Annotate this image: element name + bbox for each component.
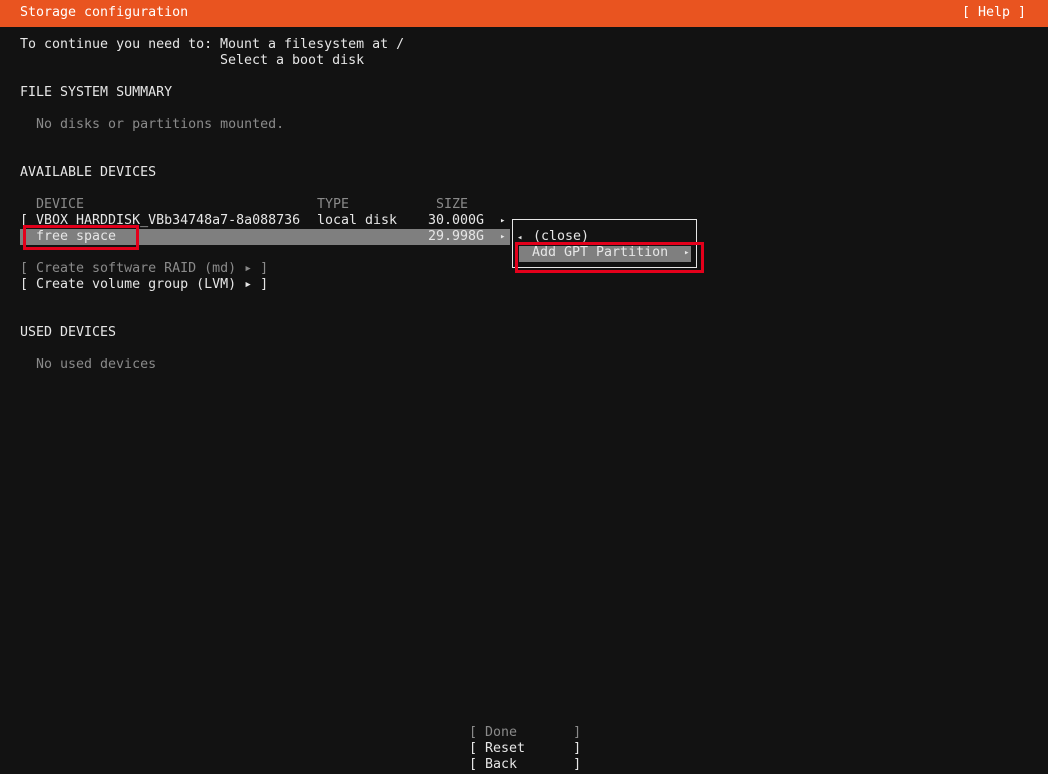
column-device: DEVICE xyxy=(36,197,85,212)
used-devices-empty: No used devices xyxy=(36,357,157,372)
column-type: TYPE xyxy=(317,197,350,212)
annotation-add-gpt-partition xyxy=(515,242,704,273)
reset-button[interactable]: [ Reset ] xyxy=(469,741,581,757)
column-size: SIZE xyxy=(436,197,469,212)
create-raid-button[interactable]: [ Create software RAID (md) ▸ ] xyxy=(20,261,268,277)
create-lvm-button[interactable]: [ Create volume group (LVM) ▸ ] xyxy=(20,277,268,293)
annotation-free-space xyxy=(23,225,139,250)
intro-item-boot: Select a boot disk xyxy=(220,53,365,68)
header-bar: Storage configuration [ Help ] xyxy=(0,0,1048,27)
intro-prefix: To continue you need to: xyxy=(20,37,213,52)
device-type: local disk xyxy=(317,213,398,228)
back-button[interactable]: [ Back ] xyxy=(469,757,581,773)
page-title: Storage configuration xyxy=(20,5,189,20)
device-size: 30.000G xyxy=(428,213,485,228)
done-button[interactable]: [ Done ] xyxy=(469,725,581,741)
free-space-arrow-icon[interactable]: ▸ xyxy=(500,229,505,245)
free-space-size: 29.998G xyxy=(428,229,485,244)
help-button[interactable]: [ Help ] xyxy=(962,5,1026,21)
used-devices-heading: USED DEVICES xyxy=(20,325,117,340)
row-arrow-icon[interactable]: ▸ xyxy=(500,213,505,229)
file-system-summary-empty: No disks or partitions mounted. xyxy=(36,117,285,132)
available-devices-heading: AVAILABLE DEVICES xyxy=(20,165,157,180)
file-system-summary-heading: FILE SYSTEM SUMMARY xyxy=(20,85,173,100)
intro-item-mount: Mount a filesystem at / xyxy=(220,37,405,52)
